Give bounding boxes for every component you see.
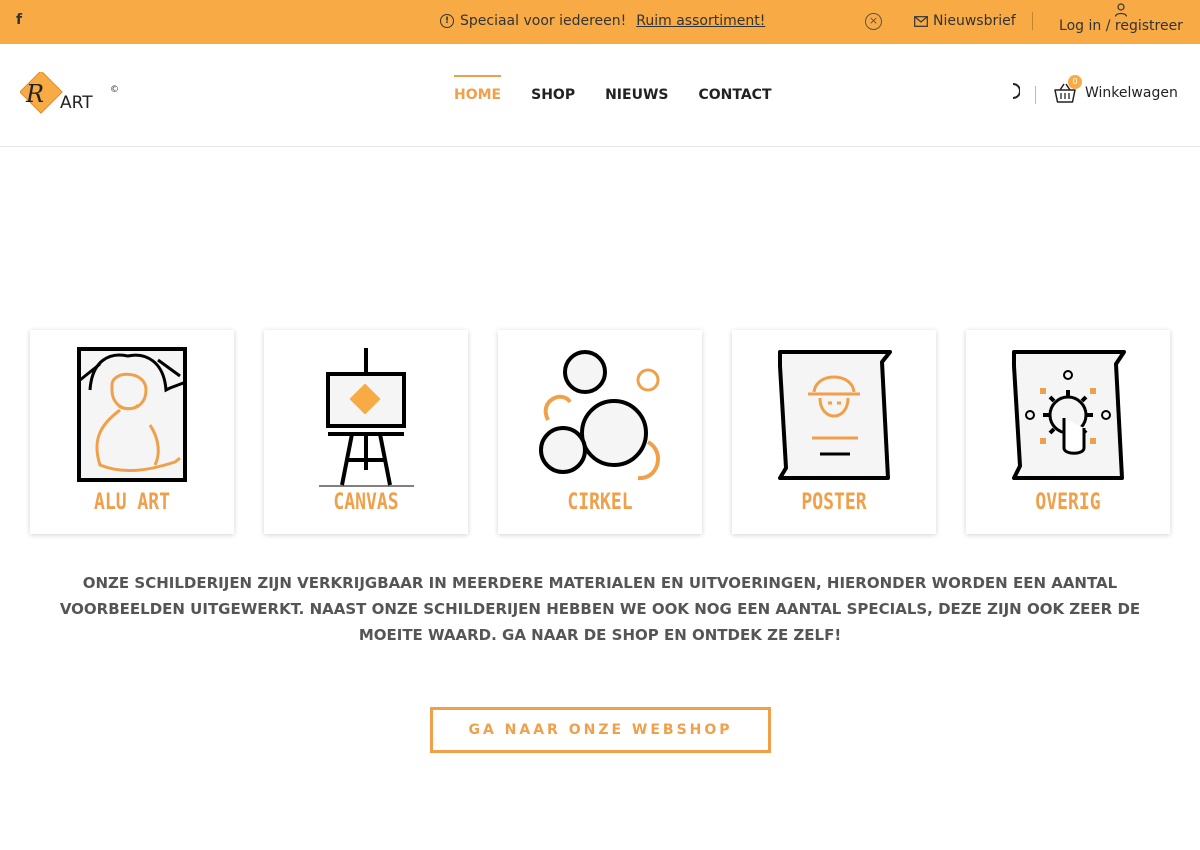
- promo-link[interactable]: Ruim assortiment!: [636, 13, 765, 29]
- category-tile-cirkel[interactable]: CIRKEL: [498, 330, 702, 534]
- category-label: ALU ART: [93, 490, 171, 515]
- site-logo[interactable]: R ART ©: [19, 70, 120, 118]
- close-icon[interactable]: ×: [865, 13, 882, 30]
- category-label: OVERIG: [1035, 490, 1101, 515]
- category-tile-overig[interactable]: OVERIG: [966, 330, 1170, 534]
- promo-text: Speciaal voor iedereen!: [460, 13, 627, 29]
- search-toggle-icon[interactable]: [1010, 82, 1021, 104]
- user-icon: [1114, 3, 1128, 17]
- facebook-icon[interactable]: f: [16, 12, 22, 28]
- topbar-divider: [1032, 12, 1033, 30]
- nav-contact[interactable]: CONTACT: [698, 44, 771, 147]
- envelope-icon: [914, 15, 928, 27]
- webshop-button[interactable]: GA NAAR ONZE WEBSHOP: [430, 707, 771, 753]
- nav-nieuws[interactable]: NIEUWS: [605, 44, 668, 147]
- top-bar: f ! Speciaal voor iedereen! Ruim assorti…: [0, 0, 1200, 44]
- cart-count-badge: 0: [1068, 75, 1082, 89]
- category-label: POSTER: [801, 490, 867, 515]
- main-nav: HOME SHOP NIEUWS CONTACT: [454, 44, 772, 147]
- svg-text:ART: ART: [60, 93, 93, 113]
- newsletter-link[interactable]: Nieuwsbrief: [914, 13, 1016, 29]
- svg-text:©: ©: [110, 85, 119, 95]
- cart-label: Winkelwagen: [1085, 85, 1178, 101]
- cart-button[interactable]: 0 Winkelwagen: [1053, 75, 1178, 104]
- header-divider: [1035, 86, 1036, 104]
- nav-shop[interactable]: SHOP: [531, 44, 575, 147]
- login-label: Log in / registreer: [1059, 18, 1183, 34]
- info-icon: !: [440, 14, 454, 28]
- newsletter-label: Nieuwsbrief: [933, 13, 1016, 29]
- basket-icon: 0: [1053, 75, 1082, 104]
- intro-text: ONZE SCHILDERIJEN ZIJN VERKRIJGBAAR IN M…: [59, 574, 1141, 644]
- promo-banner: ! Speciaal voor iedereen! Ruim assortime…: [440, 13, 765, 29]
- category-label: CIRKEL: [567, 490, 633, 515]
- logo-mark-icon: R ART ©: [19, 70, 119, 114]
- login-link[interactable]: Log in / registreer: [1056, 3, 1186, 34]
- category-tile-poster[interactable]: POSTER: [732, 330, 936, 534]
- svg-text:R: R: [25, 80, 44, 108]
- category-tiles: ALU ART CANVAS CIRKEL POSTER OVERIG: [30, 330, 1170, 534]
- category-label: CANVAS: [333, 490, 399, 515]
- nav-home[interactable]: HOME: [454, 44, 502, 147]
- category-tile-canvas[interactable]: CANVAS: [264, 330, 468, 534]
- site-header: R ART © HOME SHOP NIEUWS CONTACT 0 Winke…: [0, 44, 1200, 147]
- category-tile-alu-art[interactable]: ALU ART: [30, 330, 234, 534]
